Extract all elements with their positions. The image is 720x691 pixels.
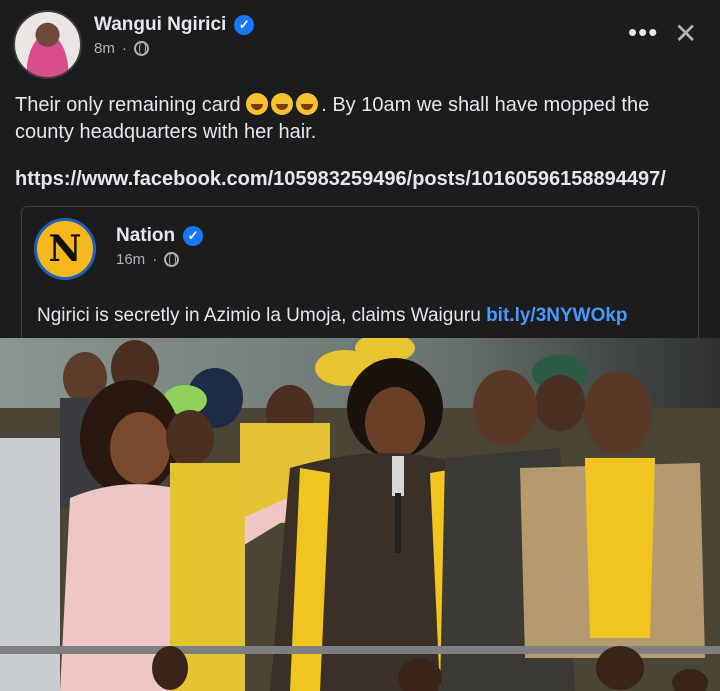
meta-separator: · — [152, 251, 158, 268]
verified-badge-icon: ✓ — [183, 226, 204, 246]
grinning-sweat-emoji-icon — [271, 93, 294, 115]
post-text: Their only remaining card . By 10am we s… — [15, 92, 705, 146]
globe-icon — [133, 41, 149, 56]
author-avatar[interactable] — [13, 10, 82, 79]
globe-icon — [164, 252, 180, 267]
shared-post-card[interactable]: N Nation ✓ 16m · Ngirici is secretly in … — [21, 206, 699, 338]
post-photo[interactable] — [0, 338, 720, 691]
shared-author-line: Nation ✓ — [116, 225, 204, 247]
shared-post-meta: 16m · — [116, 251, 180, 268]
nation-logo-icon[interactable]: N — [34, 218, 96, 280]
grinning-sweat-emoji-icon — [296, 93, 319, 115]
author-name[interactable]: Wangui Ngirici — [94, 14, 226, 36]
shared-post-text: Ngirici is secretly in Azimio la Umoja, … — [37, 305, 628, 327]
close-button[interactable]: ✕ — [674, 20, 697, 48]
more-options-button[interactable]: ••• — [628, 19, 658, 45]
shared-post-time[interactable]: 16m — [116, 251, 145, 268]
post-time[interactable]: 8m — [94, 40, 115, 57]
shared-short-link[interactable]: bit.ly/3NYWOkp — [486, 305, 627, 326]
meta-separator: · — [121, 40, 127, 57]
shared-author-name[interactable]: Nation — [116, 225, 175, 247]
photo-illustration — [0, 338, 720, 691]
author-line: Wangui Ngirici ✓ — [94, 14, 255, 36]
shared-text-body: Ngirici is secretly in Azimio la Umoja, … — [37, 305, 487, 326]
post-text-start: Their only remaining card — [15, 94, 247, 116]
verified-badge-icon: ✓ — [234, 15, 255, 35]
post-header: Wangui Ngirici ✓ 8m · ••• ✕ — [0, 0, 720, 80]
post-url-link[interactable]: https://www.facebook.com/105983259496/po… — [15, 168, 666, 191]
post-meta: 8m · — [94, 40, 149, 57]
grinning-sweat-emoji-icon — [246, 93, 269, 115]
